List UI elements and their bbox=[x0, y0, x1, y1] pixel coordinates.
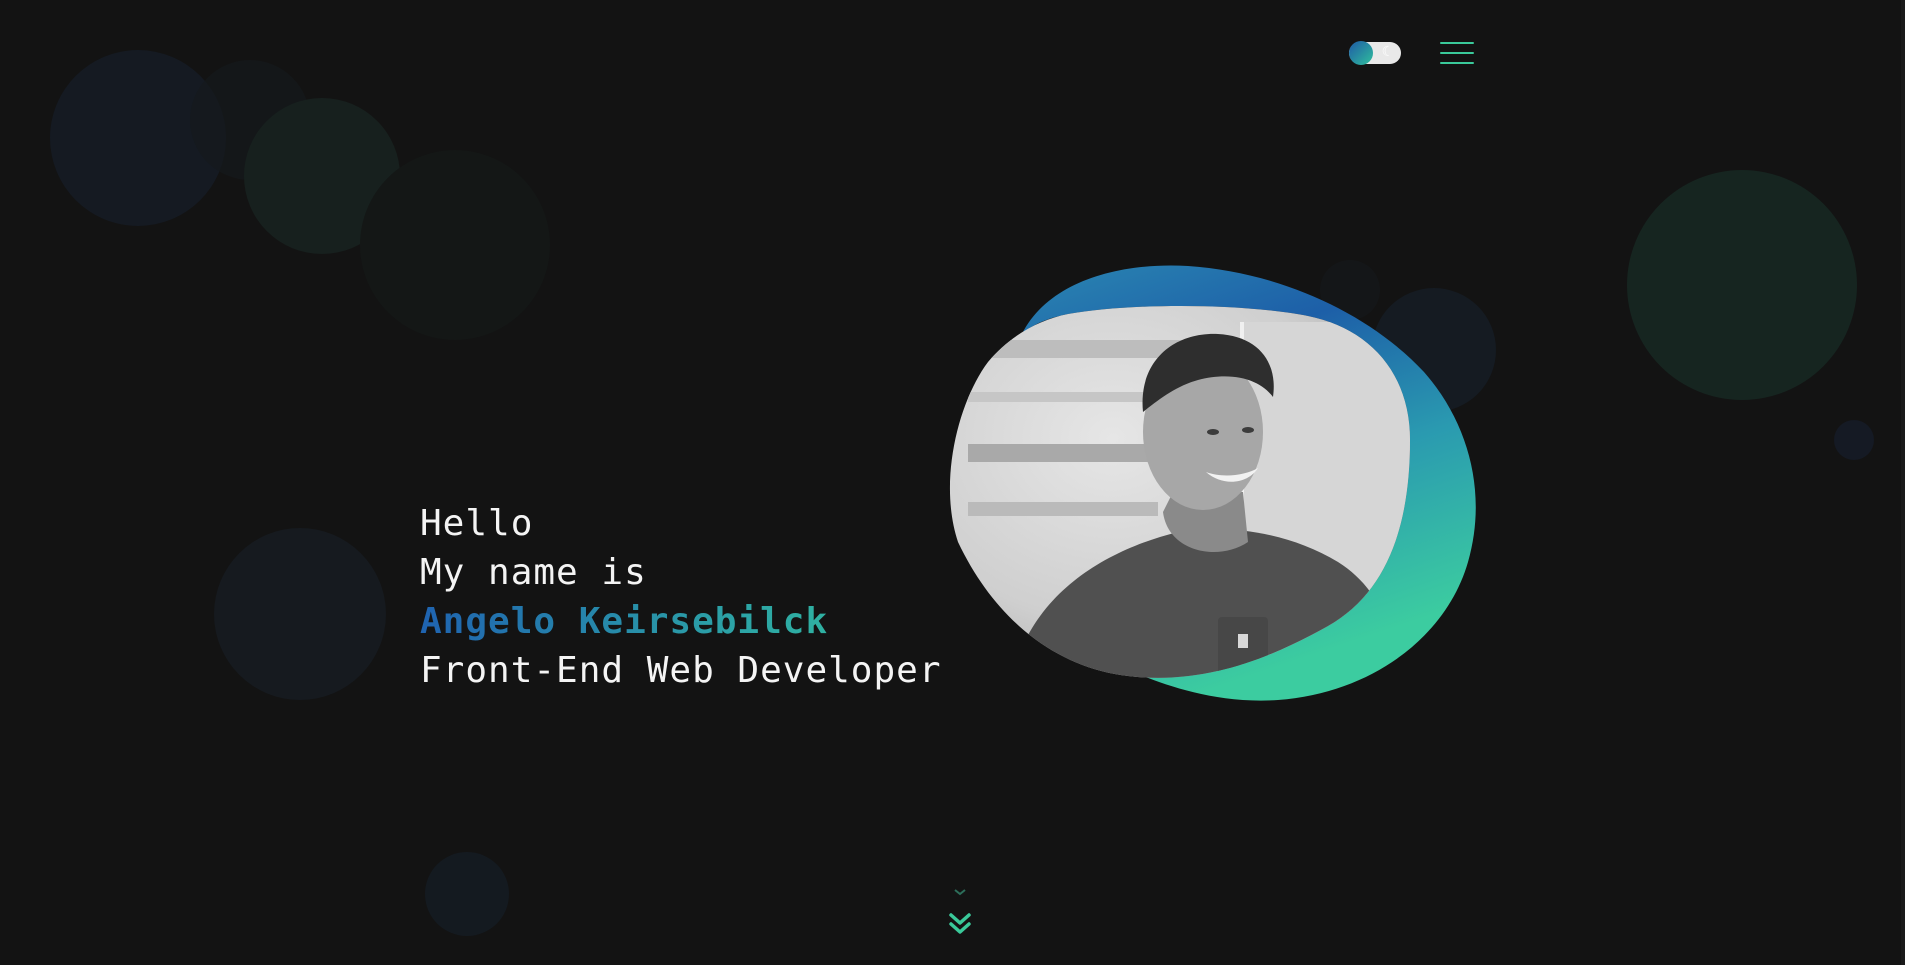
hero-name: Angelo Keirsebilck bbox=[420, 597, 942, 646]
theme-toggle[interactable]: ☾ bbox=[1349, 41, 1401, 65]
hero-greeting: Hello bbox=[420, 503, 534, 544]
background-bubble bbox=[360, 150, 550, 340]
profile-portrait bbox=[949, 265, 1476, 701]
background-bubble bbox=[1627, 170, 1857, 400]
double-chevron-down-icon[interactable] bbox=[946, 884, 974, 934]
moon-icon: ☾ bbox=[1381, 44, 1391, 60]
hero-role: Front-End Web Developer bbox=[420, 650, 942, 691]
background-bubble bbox=[1834, 420, 1874, 460]
menu-line bbox=[1440, 62, 1474, 64]
hero-intro-line: My name is bbox=[420, 552, 647, 593]
menu-line bbox=[1440, 52, 1474, 54]
hero-intro: Hello My name is Angelo Keirsebilck Fron… bbox=[420, 499, 942, 695]
hamburger-menu-button[interactable] bbox=[1440, 40, 1474, 66]
toggle-knob bbox=[1349, 41, 1373, 65]
page-scrollbar[interactable] bbox=[1901, 0, 1905, 965]
menu-line bbox=[1440, 42, 1474, 44]
background-bubble bbox=[425, 852, 509, 936]
background-bubble bbox=[214, 528, 386, 700]
